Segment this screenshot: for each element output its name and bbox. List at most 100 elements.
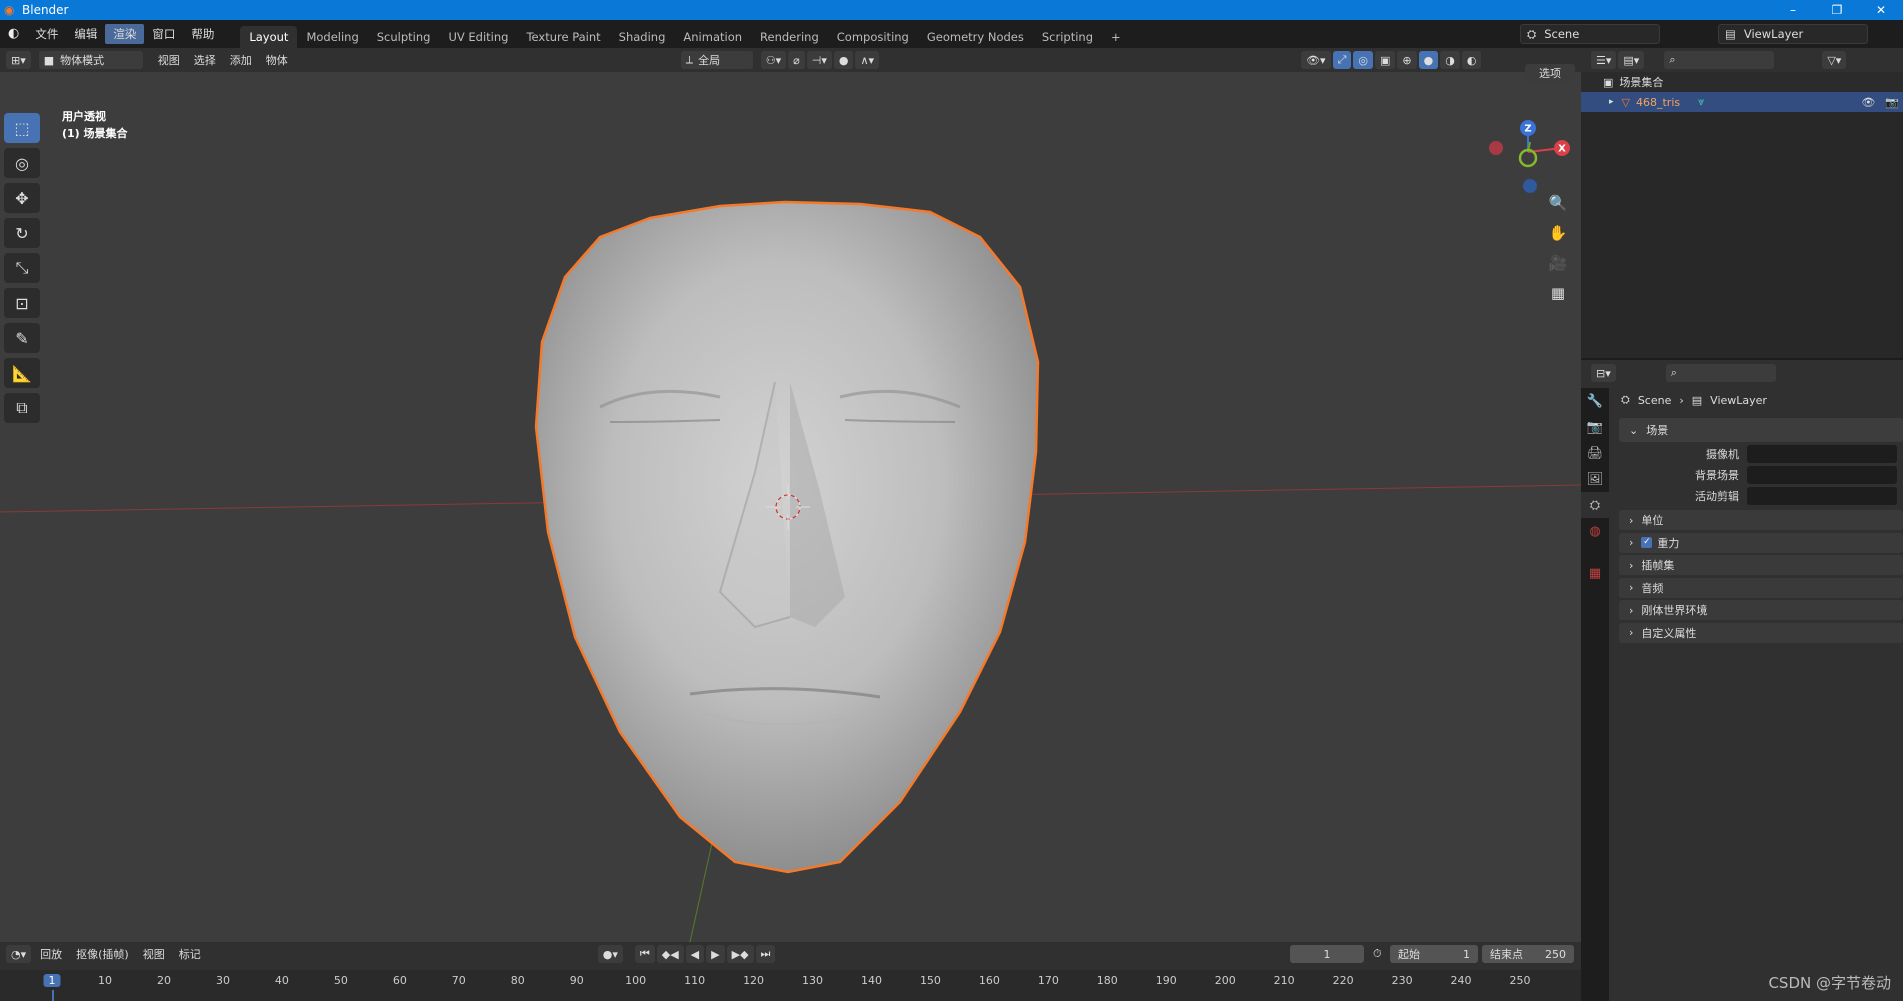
render-tab-icon[interactable]: 📷	[1581, 414, 1609, 440]
menu-add[interactable]: 添加	[223, 52, 259, 68]
zoom-icon[interactable]: 🔍	[1545, 190, 1571, 216]
properties-search-icon[interactable]: ⌕	[1665, 364, 1776, 382]
workspace-tab[interactable]: Compositing	[828, 26, 918, 48]
property-section[interactable]: › 音频	[1619, 577, 1903, 598]
xray-button[interactable]: ▣	[1374, 51, 1396, 69]
wireframe-shading-button[interactable]: ⊕	[1397, 51, 1417, 69]
property-section[interactable]: › 单位	[1619, 510, 1903, 530]
add-workspace-button[interactable]: +	[1102, 26, 1130, 48]
overlay-toggle-button[interactable]: ◎	[1353, 51, 1373, 69]
workspace-tab[interactable]: Sculpting	[368, 26, 440, 48]
annotate-tool-icon[interactable]: ✎	[4, 323, 40, 353]
timeline-ruler[interactable]: 1 10 20 30 40 50 60 70 80 90 100 110 120 130 140 150 160…	[0, 970, 1581, 1001]
menu-item-4[interactable]: 帮助	[183, 24, 222, 44]
close-button[interactable]: ✕	[1859, 0, 1903, 20]
transform-orientation[interactable]: ⟂ 全局	[680, 51, 753, 69]
keying-menu[interactable]: 抠像(插帧)	[69, 946, 136, 962]
jump-start-icon[interactable]: ⏮	[634, 945, 655, 963]
property-section[interactable]: › 自定义属性	[1619, 622, 1903, 643]
workspace-tab[interactable]: Rendering	[751, 26, 828, 48]
prev-keyframe-icon[interactable]: ◆◀	[656, 945, 684, 963]
cursor-tool-icon[interactable]: ◎	[4, 148, 40, 178]
render-camera-icon[interactable]: 📷	[1885, 96, 1899, 109]
material-shading-button[interactable]: ◑	[1440, 51, 1460, 69]
select-box-tool-icon[interactable]: ⬚	[4, 113, 40, 143]
menu-item-0[interactable]: 文件	[27, 24, 66, 44]
current-frame-marker[interactable]: 1	[43, 974, 61, 987]
properties-editor-type-icon[interactable]: ⊟▾	[1591, 364, 1616, 382]
mode-selector[interactable]: ■ 物体模式	[38, 51, 143, 69]
display-mode-icon[interactable]: ▤▾	[1618, 51, 1645, 69]
workspace-tab[interactable]: Animation	[674, 26, 751, 48]
workspace-tab[interactable]: UV Editing	[439, 26, 517, 48]
property-section[interactable]: › 插帧集	[1619, 555, 1903, 575]
current-frame-field[interactable]: 1	[1290, 945, 1364, 963]
visibility-button[interactable]: 👁▾	[1301, 51, 1331, 69]
workspace-tab[interactable]: Scripting	[1033, 26, 1102, 48]
menu-object[interactable]: 物体	[259, 52, 295, 68]
menu-item-1[interactable]: 编辑	[66, 24, 105, 44]
3d-viewport[interactable]: Z X ⬚ ◎ ✥ ↻ ⤡ ⊡ ✎ 📐 ⧉ 用户透视 (1) 场景集合 🔍 ✋ …	[0, 64, 1581, 942]
scale-tool-icon[interactable]: ⤡	[4, 253, 40, 283]
menu-item-2[interactable]: 渲染	[105, 24, 145, 44]
editor-type-button[interactable]: ⊞▾	[6, 51, 31, 69]
workspace-tab[interactable]: Texture Paint	[517, 26, 609, 48]
rendered-shading-button[interactable]: ◐	[1461, 51, 1482, 69]
playback-menu[interactable]: 回放	[33, 946, 69, 962]
scene-selector[interactable]: ⛭ Scene	[1520, 24, 1660, 44]
menu-item-3[interactable]: 窗口	[144, 24, 183, 44]
restore-button[interactable]: ❐	[1815, 0, 1859, 20]
workspace-tab[interactable]: Geometry Nodes	[918, 26, 1033, 48]
filter-icon[interactable]: ▽▾	[1822, 51, 1847, 69]
outliner-editor-type-icon[interactable]: ☰▾	[1591, 51, 1617, 69]
blender-menu-icon[interactable]: ◐	[0, 24, 27, 44]
gravity-checkbox[interactable]: ✓	[1641, 537, 1653, 548]
menu-select[interactable]: 选择	[187, 52, 223, 68]
move-tool-icon[interactable]: ✥	[4, 183, 40, 213]
property-section[interactable]: › 刚体世界环境	[1619, 600, 1903, 620]
outliner-search-icon[interactable]: ⌕	[1664, 51, 1775, 69]
scene-tab-icon[interactable]: ⛭	[1581, 492, 1609, 518]
transform-tool-icon[interactable]: ⊡	[4, 288, 40, 318]
play-icon[interactable]: ▶	[706, 945, 725, 963]
texture-tab-icon[interactable]: ▦	[1581, 560, 1609, 586]
pivot-button[interactable]: ⚇▾	[760, 51, 787, 69]
record-button[interactable]: ●▾	[597, 945, 623, 963]
pan-hand-icon[interactable]: ✋	[1545, 220, 1571, 246]
timeline-view-menu[interactable]: 视图	[136, 946, 172, 962]
perspective-grid-icon[interactable]: ▦	[1545, 280, 1571, 306]
falloff-button[interactable]: ∧▾	[855, 51, 880, 69]
add-cube-tool-icon[interactable]: ⧉	[4, 393, 40, 423]
gizmo-toggle-button[interactable]: ⤢	[1332, 51, 1352, 69]
property-field-input[interactable]	[1747, 466, 1897, 484]
end-frame-field[interactable]: 结束点 250	[1482, 945, 1574, 963]
timeline-editor-type-icon[interactable]: ◔▾	[6, 945, 32, 963]
view-layer-selector[interactable]: ▤ ViewLayer	[1718, 24, 1868, 44]
proportional-edit-button[interactable]: ●	[833, 51, 854, 69]
camera-view-icon[interactable]: 🎥	[1545, 250, 1571, 276]
play-reverse-icon[interactable]: ◀	[685, 945, 705, 963]
property-field-input[interactable]	[1747, 487, 1897, 505]
outliner-row-scene-collection[interactable]: ▣ 场景集合	[1581, 72, 1903, 92]
workspace-tab[interactable]: Modeling	[297, 26, 367, 48]
snap-target-button[interactable]: ⊣▾	[806, 51, 832, 69]
measure-tool-icon[interactable]: 📐	[4, 358, 40, 388]
view-layer-tab-icon[interactable]: 🖼	[1581, 466, 1609, 492]
menu-view[interactable]: 视图	[151, 52, 187, 68]
solid-shading-button[interactable]: ●	[1418, 51, 1439, 69]
snap-button[interactable]: ⌀	[788, 51, 805, 69]
output-tab-icon[interactable]: 🖨	[1581, 440, 1609, 466]
stopwatch-icon[interactable]: ⏱	[1373, 947, 1382, 961]
start-frame-field[interactable]: 起始 1	[1390, 945, 1478, 963]
jump-end-icon[interactable]: ⏭	[755, 945, 776, 963]
property-field-input[interactable]	[1747, 445, 1897, 463]
visibility-eye-icon[interactable]: 👁	[1861, 96, 1875, 109]
outliner-row-object[interactable]: ▸ ▽ 468_tris ⩔ 👁 📷	[1581, 92, 1903, 112]
options-button[interactable]: 选项	[1525, 64, 1575, 82]
rotate-tool-icon[interactable]: ↻	[4, 218, 40, 248]
minimize-button[interactable]: –	[1771, 0, 1815, 20]
tool-tab-icon[interactable]: 🔧	[1581, 388, 1609, 414]
marker-menu[interactable]: 标记	[172, 946, 208, 962]
workspace-tab[interactable]: Shading	[610, 26, 675, 48]
world-tab-icon[interactable]: ◍	[1581, 518, 1609, 544]
